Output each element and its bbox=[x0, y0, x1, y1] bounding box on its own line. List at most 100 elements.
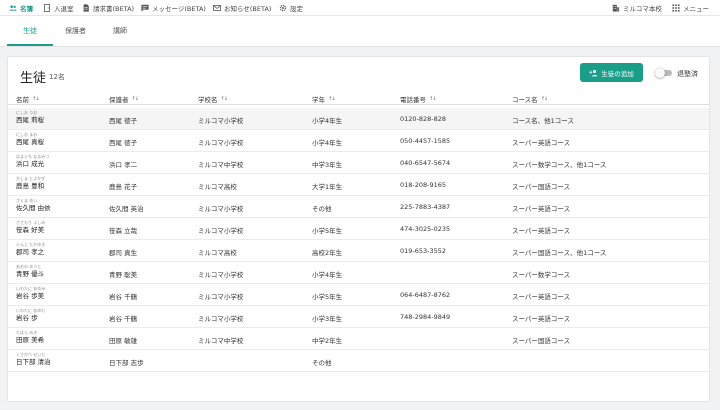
student-name-cell: いわたに あゆみ 岩谷 歩美 bbox=[16, 286, 45, 301]
student-name: 西尾 莉桜 bbox=[16, 116, 45, 124]
nav-item-label: 名簿 bbox=[20, 5, 33, 13]
door-icon bbox=[44, 4, 50, 12]
student-name: 日下部 清治 bbox=[16, 358, 51, 366]
column-header-phone[interactable]: 電話番号 ↑↓ bbox=[400, 94, 436, 104]
withdrawn-toggle[interactable] bbox=[655, 68, 673, 78]
table-row[interactable]: たはら みき 田原 美希 田原 敏雄 ミルコマ中学校 中学2年生 スーパー国語コー… bbox=[8, 328, 709, 350]
guardian-cell: 笹森 立哉 bbox=[109, 227, 138, 235]
school-cell: ミルコマ高校 bbox=[198, 249, 237, 257]
table-row[interactable]: さくま ゆい 佐久間 由依 佐久間 英治 ミルコマ小学校 その他 225-7883… bbox=[8, 196, 709, 218]
add-student-button[interactable]: 生徒の追加 bbox=[580, 63, 643, 82]
school-cell: ミルコマ小学校 bbox=[198, 293, 244, 301]
column-header-guardian[interactable]: 保護者 ↑↓ bbox=[109, 94, 139, 104]
school-cell: ミルコマ小学校 bbox=[198, 205, 244, 213]
student-name: 佐久間 由依 bbox=[16, 204, 51, 212]
student-name: 笹森 好美 bbox=[16, 226, 45, 234]
student-count: 12名 bbox=[49, 73, 65, 81]
guardian-cell: 鹿島 花子 bbox=[109, 183, 138, 191]
grade-cell: 小学5年生 bbox=[312, 227, 343, 235]
nav-item-messages[interactable]: メッセージ(BETA) bbox=[141, 3, 206, 13]
nav-item-notices[interactable]: お知らせ(BETA) bbox=[213, 3, 271, 13]
student-name: 田原 美希 bbox=[16, 336, 45, 344]
nav-item-label: 入退室 bbox=[54, 5, 74, 13]
guardian-cell: 佐久間 英治 bbox=[109, 205, 144, 213]
school-cell: ミルコマ小学校 bbox=[198, 315, 244, 323]
course-cell: スーパー国語コース bbox=[512, 183, 571, 191]
column-header-label: 名前 bbox=[16, 96, 29, 104]
message-icon bbox=[141, 4, 149, 12]
tab-bar: 生徒 保護者 講師 bbox=[0, 16, 720, 47]
school-cell: ミルコマ小学校 bbox=[198, 117, 244, 125]
invoice-icon bbox=[83, 4, 89, 12]
phone-cell: 040-6547-5674 bbox=[400, 159, 451, 167]
menu-label: メニュー bbox=[683, 5, 709, 13]
phone-cell: 064-6487-8762 bbox=[400, 291, 451, 299]
active-tab-indicator bbox=[7, 44, 53, 46]
table-row[interactable]: いわたに あゆみ 岩谷 歩美 岩谷 千鶴 ミルコマ小学校 小学5年生 064-64… bbox=[8, 284, 709, 306]
student-name: 鹿島 豊和 bbox=[16, 182, 45, 190]
sort-icon: ↑↓ bbox=[32, 96, 39, 102]
school-name: ミルコマ本校 bbox=[623, 5, 662, 13]
tab-students[interactable]: 生徒 bbox=[23, 26, 37, 36]
withdrawn-toggle-label: 退塾済 bbox=[677, 70, 698, 78]
guardian-cell: 郡司 真生 bbox=[109, 249, 138, 257]
column-header-label: 保護者 bbox=[109, 96, 129, 104]
grade-cell: 小学5年生 bbox=[312, 293, 343, 301]
nav-item-attendance[interactable]: 入退室 bbox=[43, 3, 74, 13]
nav-item-invoice[interactable]: 請求書(BETA) bbox=[82, 3, 134, 13]
table-row[interactable]: ささもり よしみ 笹森 好美 笹森 立哉 ミルコマ小学校 小学5年生 474-30… bbox=[8, 218, 709, 240]
grade-cell: 中学2年生 bbox=[312, 337, 343, 345]
nav-item-label: 設定 bbox=[290, 5, 303, 13]
course-cell: スーパー数学コース、他1コース bbox=[512, 161, 607, 169]
student-name-cell: はまぐち なるみつ 浜口 成光 bbox=[16, 154, 49, 169]
student-name: 郡司 孝之 bbox=[16, 248, 45, 256]
guardian-cell: 青野 聡美 bbox=[109, 271, 138, 279]
page-title: 生徒 bbox=[20, 71, 47, 86]
table-row[interactable]: ぐんじ たかゆき 郡司 孝之 郡司 真生 ミルコマ高校 高校2年生 019-653… bbox=[8, 240, 709, 262]
column-header-grade[interactable]: 学年 ↑↓ bbox=[312, 94, 335, 104]
tab-guardians[interactable]: 保護者 bbox=[65, 26, 86, 36]
table-row[interactable]: あおの ゆうと 青野 優斗 青野 聡美 ミルコマ小学校 小学4年生 スーパー数学コ… bbox=[8, 262, 709, 284]
table-row[interactable]: かしま とよかず 鹿島 豊和 鹿島 花子 ミルコマ高校 大学1年生 018-208… bbox=[8, 174, 709, 196]
table-row[interactable]: はまぐち なるみつ 浜口 成光 浜口 孝二 ミルコマ中学校 中学3年生 040-6… bbox=[8, 152, 709, 174]
column-header-course[interactable]: コース名 ↑↓ bbox=[512, 94, 548, 104]
student-name: 青野 優斗 bbox=[16, 270, 45, 278]
header-divider bbox=[8, 104, 709, 105]
table-row[interactable]: くさかべ せいじ 日下部 清治 日下部 志歩 その他 bbox=[8, 350, 709, 372]
sort-icon: ↑↓ bbox=[328, 96, 335, 102]
grid-icon bbox=[672, 4, 680, 12]
grade-cell: 小学4年生 bbox=[312, 271, 343, 279]
mail-icon bbox=[213, 5, 221, 11]
course-cell: スーパー英語コース bbox=[512, 205, 571, 213]
grade-cell: 小学4年生 bbox=[312, 117, 343, 125]
tab-teachers[interactable]: 講師 bbox=[113, 26, 127, 36]
nav-item-roster[interactable]: 名簿 bbox=[9, 3, 33, 13]
course-cell: スーパー英語コース bbox=[512, 227, 571, 235]
column-header-name[interactable]: 名前 ↑↓ bbox=[16, 94, 39, 104]
grade-cell: 中学3年生 bbox=[312, 161, 343, 169]
student-name-cell: たはら みき 田原 美希 bbox=[16, 330, 44, 345]
phone-cell: 018-208-9165 bbox=[400, 181, 447, 189]
student-name: 西尾 真桜 bbox=[16, 138, 45, 146]
table-row[interactable]: いわたに あゆむ 岩谷 歩 岩谷 千鶴 ミルコマ小学校 小学3年生 748-298… bbox=[8, 306, 709, 328]
course-cell: スーパー数学コース bbox=[512, 271, 571, 279]
grade-cell: その他 bbox=[312, 359, 332, 367]
school-selector[interactable]: ミルコマ本校 bbox=[612, 3, 662, 13]
course-cell: コース名、他1コース bbox=[512, 117, 574, 125]
student-name-cell: ぐんじ たかゆき 郡司 孝之 bbox=[16, 242, 45, 257]
student-name: 浜口 成光 bbox=[16, 160, 45, 168]
course-cell: スーパー国語コース bbox=[512, 337, 571, 345]
nav-item-settings[interactable]: 設定 bbox=[279, 3, 303, 13]
table-row[interactable]: にしお りお 西尾 莉桜 西尾 徳子 ミルコマ小学校 小学4年生 0120-828… bbox=[8, 108, 709, 130]
table-row[interactable]: にしお まお 西尾 真桜 西尾 徳子 ミルコマ小学校 小学4年生 050-4457… bbox=[8, 130, 709, 152]
menu-button[interactable]: メニュー bbox=[672, 3, 709, 13]
school-cell: ミルコマ高校 bbox=[198, 183, 237, 191]
column-header-label: コース名 bbox=[512, 96, 538, 104]
grade-cell: 小学3年生 bbox=[312, 315, 343, 323]
phone-cell: 0120-828-828 bbox=[400, 115, 447, 123]
guardian-cell: 日下部 志歩 bbox=[109, 359, 144, 367]
grade-cell: 小学4年生 bbox=[312, 139, 343, 147]
column-header-school[interactable]: 学校名 ↑↓ bbox=[198, 94, 228, 104]
school-cell: ミルコマ小学校 bbox=[198, 139, 244, 147]
course-cell: スーパー英語コース bbox=[512, 315, 571, 323]
